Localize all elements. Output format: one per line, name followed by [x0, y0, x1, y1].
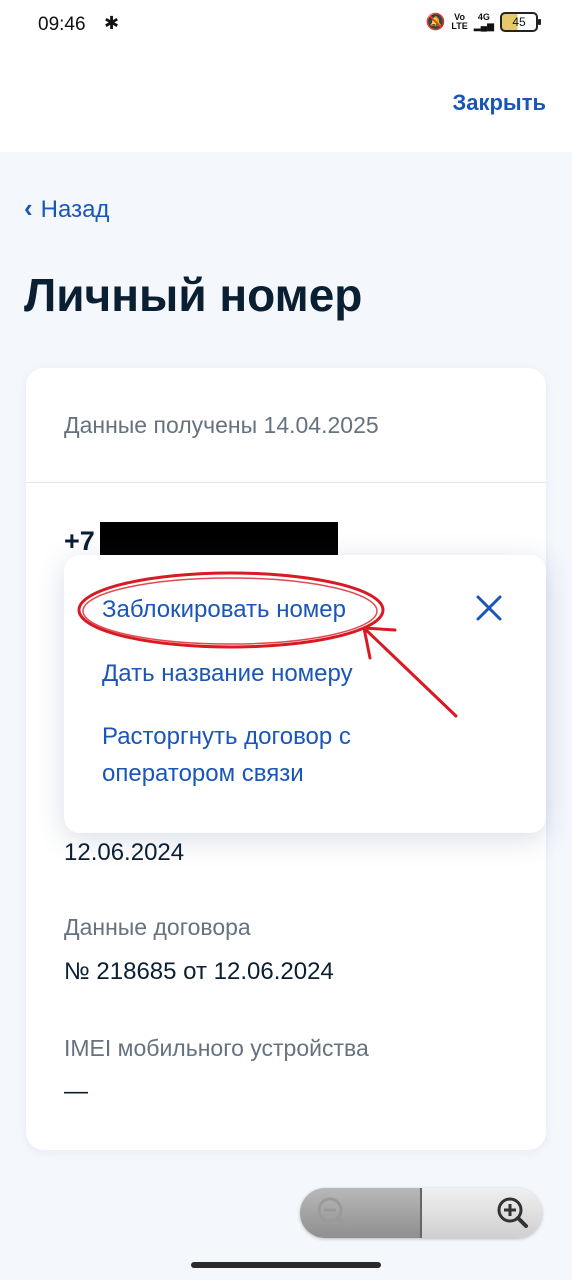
zoom-out-icon [317, 1197, 348, 1228]
redacted-phone-number [100, 522, 338, 556]
gesture-nav-handle[interactable] [191, 1262, 381, 1268]
top-header: Закрыть [0, 52, 572, 152]
volte-bottom-label: LTE [451, 21, 468, 31]
chevron-left-icon: ‹ [24, 193, 33, 223]
close-link[interactable]: Закрыть [452, 90, 546, 116]
zoom-out-button[interactable] [300, 1188, 422, 1238]
battery-icon: 45 [500, 12, 541, 32]
zoom-control [300, 1188, 542, 1238]
close-icon[interactable] [472, 591, 506, 625]
terminate-contract-item[interactable]: Расторгнуть договор с оператором связи [102, 718, 402, 792]
back-label: Назад [40, 195, 110, 223]
contract-value: № 218685 от 12.06.2024 [64, 958, 334, 985]
contract-label: Данные договора [64, 914, 251, 940]
volte-icon: Vo LTE [451, 13, 467, 31]
activity-icon: ✱ [104, 13, 120, 33]
divider [26, 482, 546, 483]
zoom-in-button[interactable] [422, 1188, 542, 1238]
imei-label: IMEI мобильного устройства [64, 1035, 369, 1061]
date-value: 12.06.2024 [64, 839, 185, 866]
battery-level: 45 [512, 15, 526, 29]
mute-bell-icon: 🔕 [425, 14, 446, 31]
status-bar: 09:46 ✱ 🔕 Vo LTE 4G ▂▄▆ 45 [0, 0, 572, 52]
status-icons: 🔕 Vo LTE 4G ▂▄▆ 45 [425, 12, 541, 32]
status-time: 09:46 [38, 14, 86, 35]
back-link[interactable]: ‹ Назад [24, 193, 110, 225]
rename-number-item[interactable]: Дать название номеру [102, 655, 353, 692]
zoom-in-icon [497, 1197, 528, 1228]
phone-number-prefix: +7 [64, 526, 95, 556]
signal-icon: 4G ▂▄▆ [473, 12, 494, 31]
signal-label: 4G [477, 12, 490, 22]
imei-value: — [64, 1078, 88, 1105]
actions-popup-menu: Заблокировать номер Дать название номеру… [64, 555, 546, 833]
data-received-text: Данные получены 14.04.2025 [64, 412, 379, 438]
block-number-item[interactable]: Заблокировать номер [102, 591, 346, 628]
page-title: Личный номер [24, 269, 363, 321]
